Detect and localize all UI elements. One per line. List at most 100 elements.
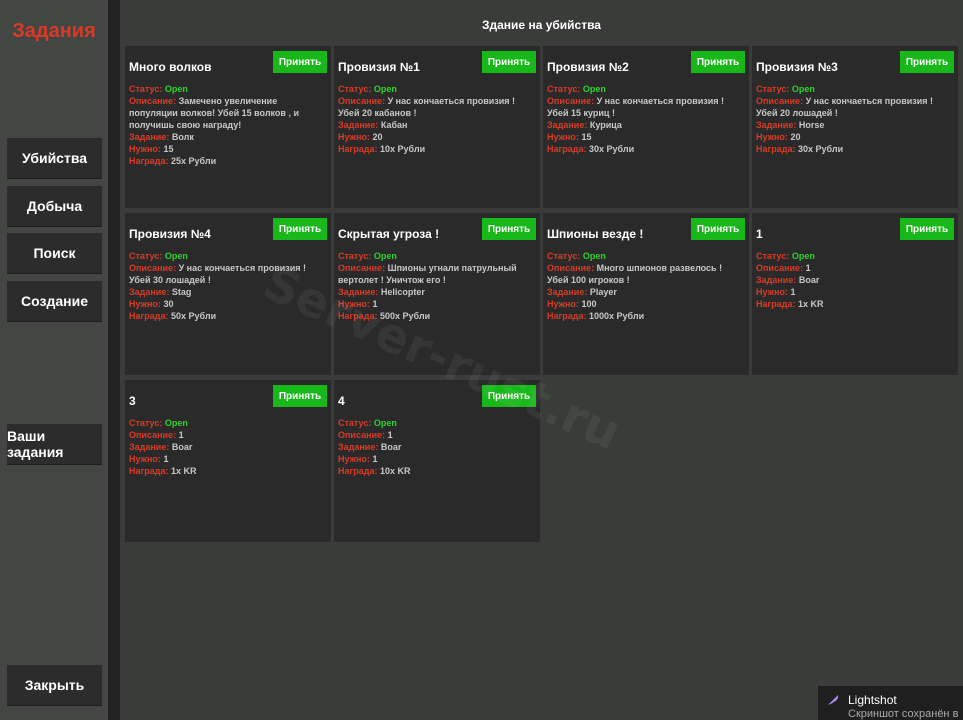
need-value: 15 xyxy=(163,144,174,154)
need-value: 20 xyxy=(790,132,801,142)
task-value: Stag xyxy=(171,287,192,297)
description-label: Описание: xyxy=(338,430,386,440)
task-card: Провизия №2 Принять Статус: Open Описани… xyxy=(543,46,749,208)
task-card-title: 1 xyxy=(756,227,763,241)
task-card: Скрытая угроза ! Принять Статус: Open Оп… xyxy=(334,213,540,375)
accept-button[interactable]: Принять xyxy=(900,51,954,73)
description-label: Описание: xyxy=(756,263,804,273)
need-label: Нужно: xyxy=(756,132,788,142)
task-card: Провизия №4 Принять Статус: Open Описани… xyxy=(125,213,331,375)
reward-label: Награда: xyxy=(129,311,169,321)
task-label: Задание: xyxy=(338,120,379,130)
status-label: Статус: xyxy=(338,418,372,428)
need-value: 1 xyxy=(372,299,378,309)
need-value: 20 xyxy=(372,132,383,142)
accept-button[interactable]: Принять xyxy=(691,51,745,73)
reward-value: 10x Рубли xyxy=(380,144,426,154)
accept-button[interactable]: Принять xyxy=(273,218,327,240)
task-card-body: Статус: Open Описание: У нас кончаеться … xyxy=(756,83,954,155)
task-card: 1 Принять Статус: Open Описание: 1 Задан… xyxy=(752,213,958,375)
need-label: Нужно: xyxy=(547,132,579,142)
feather-icon xyxy=(828,695,839,705)
reward-label: Награда: xyxy=(338,144,378,154)
status-value: Open xyxy=(164,251,188,261)
accept-button[interactable]: Принять xyxy=(482,218,536,240)
need-value: 30 xyxy=(163,299,174,309)
accept-button[interactable]: Принять xyxy=(482,51,536,73)
task-label: Задание: xyxy=(338,442,379,452)
main-panel: Здание на убийства Много волков Принять … xyxy=(120,0,963,720)
need-value: 15 xyxy=(581,132,592,142)
sidebar-title: Задания xyxy=(12,20,96,42)
task-value: Horse xyxy=(798,120,825,130)
reward-label: Награда: xyxy=(129,466,169,476)
task-label: Задание: xyxy=(756,275,797,285)
need-label: Нужно: xyxy=(129,144,161,154)
task-card: Много волков Принять Статус: Open Описан… xyxy=(125,46,331,208)
toast-title: Lightshot xyxy=(848,693,897,707)
task-card: 3 Принять Статус: Open Описание: 1 Задан… xyxy=(125,380,331,542)
task-card-body: Статус: Open Описание: 1 Задание: Boar Н… xyxy=(338,417,536,477)
task-card: 4 Принять Статус: Open Описание: 1 Задан… xyxy=(334,380,540,542)
task-card: Шпионы везде ! Принять Статус: Open Опис… xyxy=(543,213,749,375)
accept-button[interactable]: Принять xyxy=(900,218,954,240)
task-value: Boar xyxy=(798,275,820,285)
status-value: Open xyxy=(373,84,397,94)
task-card-title: Провизия №2 xyxy=(547,60,629,74)
reward-value: 30x Рубли xyxy=(798,144,844,154)
need-label: Нужно: xyxy=(129,454,161,464)
reward-value: 1x KR xyxy=(798,299,824,309)
reward-value: 25x Рубли xyxy=(171,156,217,166)
task-value: Курица xyxy=(589,120,622,130)
nav-loot-button[interactable]: Добыча xyxy=(7,186,102,227)
status-label: Статус: xyxy=(547,251,581,261)
accept-button[interactable]: Принять xyxy=(691,218,745,240)
task-card-title: Шпионы везде ! xyxy=(547,227,644,241)
status-value: Open xyxy=(373,418,397,428)
reward-label: Награда: xyxy=(756,299,796,309)
status-value: Open xyxy=(582,251,606,261)
reward-value: 1x KR xyxy=(171,466,197,476)
task-label: Задание: xyxy=(129,132,170,142)
task-value: Player xyxy=(589,287,617,297)
task-label: Задание: xyxy=(338,287,379,297)
description-label: Описание: xyxy=(338,263,386,273)
task-card-body: Статус: Open Описание: У нас кончаеться … xyxy=(338,83,536,155)
task-card-body: Статус: Open Описание: У нас кончаеться … xyxy=(129,250,327,322)
page-title: Здание на убийства xyxy=(482,18,601,32)
nav-kills-button[interactable]: Убийства xyxy=(7,138,102,179)
reward-label: Награда: xyxy=(129,156,169,166)
description-value: 1 xyxy=(805,263,811,273)
need-label: Нужно: xyxy=(756,287,788,297)
need-label: Нужно: xyxy=(338,454,370,464)
status-value: Open xyxy=(791,84,815,94)
status-label: Статус: xyxy=(756,251,790,261)
accept-button[interactable]: Принять xyxy=(482,385,536,407)
close-button[interactable]: Закрыть xyxy=(7,665,102,706)
nav-create-button[interactable]: Создание xyxy=(7,281,102,322)
task-card-body: Статус: Open Описание: Много шпионов раз… xyxy=(547,250,745,322)
task-card: Провизия №3 Принять Статус: Open Описани… xyxy=(752,46,958,208)
accept-button[interactable]: Принять xyxy=(273,385,327,407)
reward-label: Награда: xyxy=(338,311,378,321)
need-label: Нужно: xyxy=(129,299,161,309)
need-label: Нужно: xyxy=(338,132,370,142)
task-card-title: 4 xyxy=(338,394,345,408)
need-value: 1 xyxy=(163,454,169,464)
accept-button[interactable]: Принять xyxy=(273,51,327,73)
divider xyxy=(108,0,120,720)
status-label: Статус: xyxy=(547,84,581,94)
task-card-title: Много волков xyxy=(129,60,212,74)
nav-my-tasks-button[interactable]: Ваши задания xyxy=(7,424,102,465)
nav-search-button[interactable]: Поиск xyxy=(7,233,102,274)
task-card-body: Статус: Open Описание: 1 Задание: Boar Н… xyxy=(756,250,954,310)
task-card-title: Провизия №4 xyxy=(129,227,211,241)
description-label: Описание: xyxy=(129,96,177,106)
lightshot-toast[interactable]: Lightshot Скриншот сохранён в xyxy=(818,686,963,720)
need-value: 1 xyxy=(790,287,796,297)
reward-value: 50x Рубли xyxy=(171,311,217,321)
reward-label: Награда: xyxy=(756,144,796,154)
need-value: 1 xyxy=(372,454,378,464)
description-label: Описание: xyxy=(129,263,177,273)
description-label: Описание: xyxy=(129,430,177,440)
